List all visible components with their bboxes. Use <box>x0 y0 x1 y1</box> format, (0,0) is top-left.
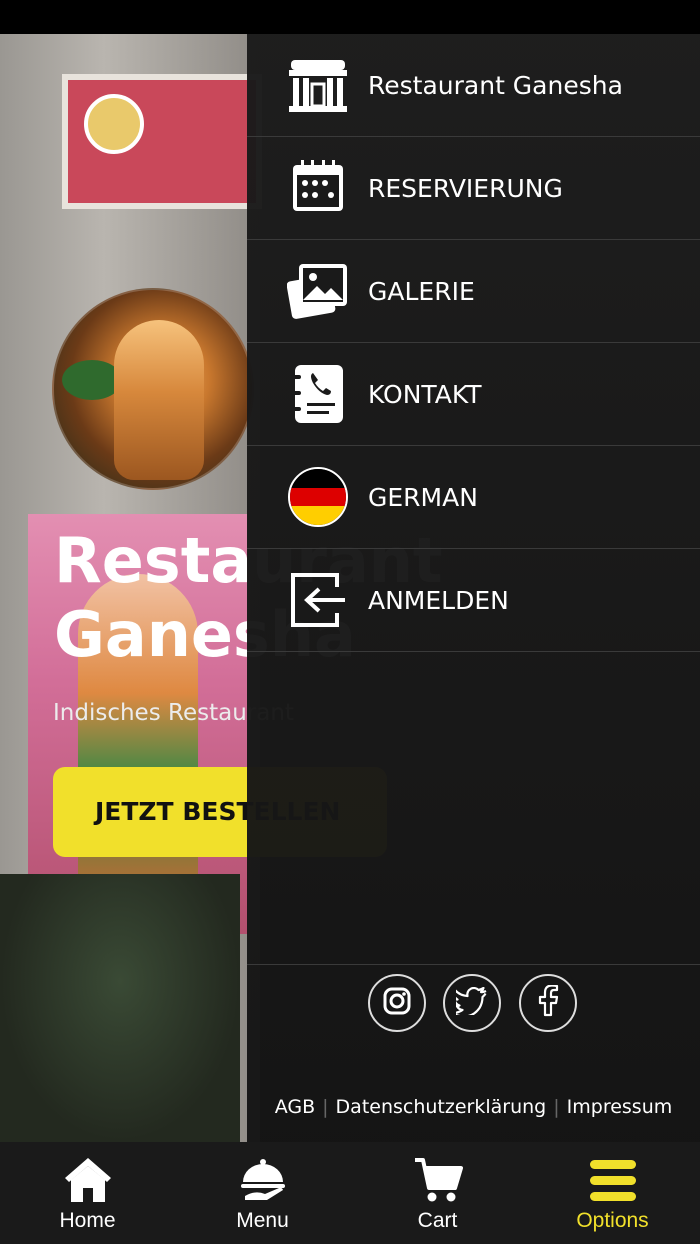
privacy-link[interactable]: Datenschutzerklärung <box>336 1096 547 1118</box>
contact-icon <box>287 363 349 425</box>
sign-logo <box>84 94 144 154</box>
restaurant-avatar <box>52 288 254 490</box>
facebook-button[interactable] <box>519 974 577 1032</box>
restaurant-icon <box>287 54 349 116</box>
tree-foliage <box>0 874 240 1142</box>
home-icon <box>62 1154 114 1206</box>
drawer-item-contact[interactable]: KONTAKT <box>247 343 700 446</box>
drawer-item-gallery[interactable]: GALERIE <box>247 240 700 343</box>
nav-home[interactable]: Home <box>0 1142 175 1244</box>
drawer-item-label: KONTAKT <box>368 380 482 409</box>
restaurant-sign <box>62 74 262 209</box>
imprint-link[interactable]: Impressum <box>567 1096 673 1118</box>
drawer-item-label: ANMELDEN <box>368 586 509 615</box>
instagram-icon <box>382 986 412 1021</box>
german-flag-icon <box>287 466 349 528</box>
agb-link[interactable]: AGB <box>275 1096 315 1118</box>
status-bar <box>0 0 700 34</box>
ganesha-statue <box>114 320 204 480</box>
drawer-item-label: GALERIE <box>368 277 475 306</box>
legal-links: AGB | Datenschutzerklärung | Impressum <box>247 1092 700 1122</box>
nav-label: Options <box>576 1209 649 1232</box>
twitter-button[interactable] <box>443 974 501 1032</box>
bottom-nav: Home Menu Cart Options <box>0 1142 700 1244</box>
drawer-item-restaurant[interactable]: Restaurant Ganesha <box>247 34 700 137</box>
legal-separator: | <box>553 1096 560 1118</box>
drawer-divider <box>247 964 700 965</box>
drawer-item-label: RESERVIERUNG <box>368 174 563 203</box>
instagram-button[interactable] <box>368 974 426 1032</box>
login-icon <box>287 569 349 631</box>
drawer-item-label: Restaurant Ganesha <box>368 71 623 100</box>
nav-label: Home <box>59 1209 116 1232</box>
cart-icon <box>412 1154 464 1206</box>
drawer-item-label: GERMAN <box>368 483 478 512</box>
side-drawer: Restaurant Ganesha RESERVIERUNG GALERIE … <box>247 34 700 1142</box>
nav-cart[interactable]: Cart <box>350 1142 525 1244</box>
nav-label: Cart <box>417 1209 458 1232</box>
nav-label: Menu <box>236 1209 289 1232</box>
options-icon <box>587 1154 639 1206</box>
calendar-icon <box>287 157 349 219</box>
legal-separator: | <box>322 1096 329 1118</box>
drawer-item-login[interactable]: ANMELDEN <box>247 549 700 652</box>
nav-menu[interactable]: Menu <box>175 1142 350 1244</box>
gallery-icon <box>287 260 349 322</box>
drawer-item-reservation[interactable]: RESERVIERUNG <box>247 137 700 240</box>
drawer-item-language[interactable]: GERMAN <box>247 446 700 549</box>
twitter-icon <box>450 986 488 1020</box>
cloche-icon <box>237 1154 289 1206</box>
facebook-icon <box>537 983 559 1022</box>
avatar-leaf <box>62 360 122 400</box>
nav-options[interactable]: Options <box>525 1142 700 1244</box>
